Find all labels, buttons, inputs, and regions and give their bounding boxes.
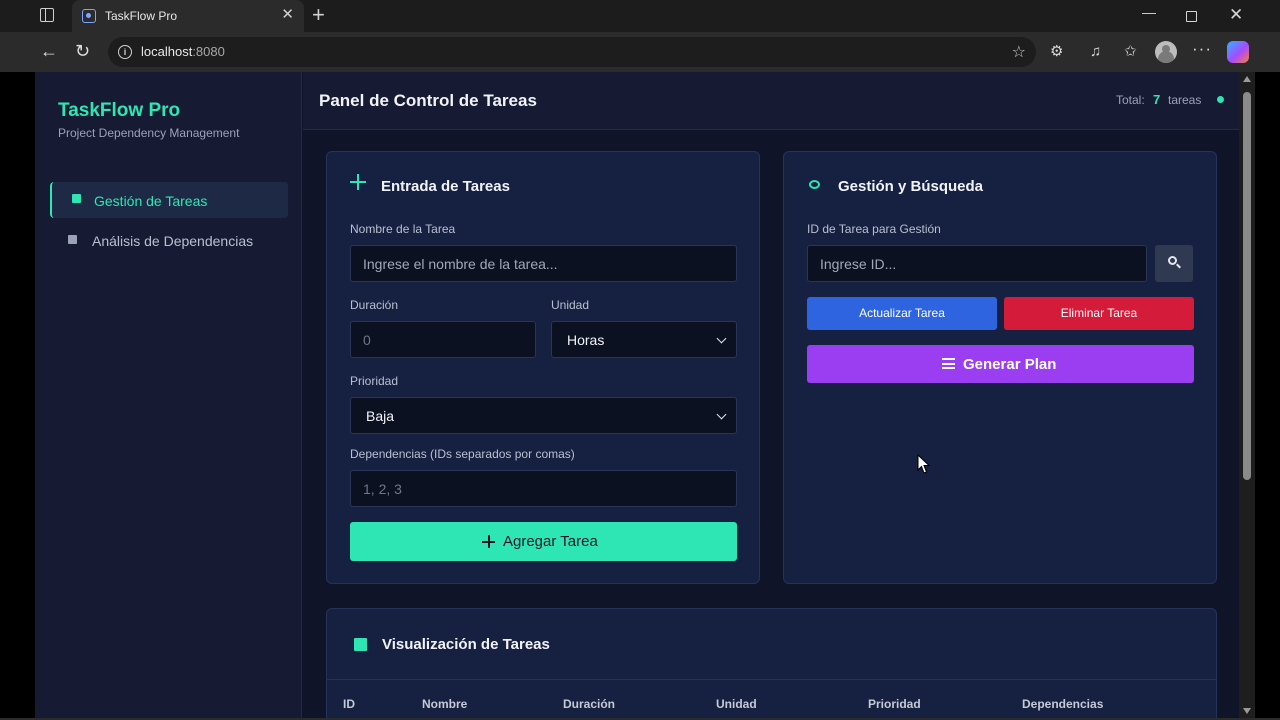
card-title: Entrada de Tareas bbox=[381, 178, 510, 195]
browser-tab-bar: TaskFlow Pro ✕ + — ✕ bbox=[0, 0, 1280, 32]
generate-plan-label: Generar Plan bbox=[963, 356, 1057, 373]
site-info-icon[interactable]: i bbox=[118, 45, 132, 59]
card-title: Visualización de Tareas bbox=[382, 636, 550, 653]
browser-toolbar: ← ↻ i localhost:8080 ☆ ⚙ ♫ ✩ ··· bbox=[0, 32, 1280, 72]
card-title: Gestión y Búsqueda bbox=[838, 178, 984, 195]
url-text: localhost:8080 bbox=[141, 44, 225, 59]
brand-subtitle: Project Dependency Management bbox=[58, 126, 240, 140]
briefcase-icon bbox=[72, 194, 81, 203]
priority-label: Prioridad bbox=[350, 374, 399, 388]
tab-actions-icon[interactable] bbox=[40, 8, 54, 22]
column-header-prioridad[interactable]: Prioridad bbox=[868, 697, 921, 711]
plus-icon bbox=[482, 535, 495, 548]
priority-select[interactable]: Baja bbox=[350, 397, 737, 434]
task-id-label: ID de Tarea para Gestión bbox=[807, 222, 941, 236]
total-unit: tareas bbox=[1168, 93, 1202, 107]
extensions-icon[interactable]: ⚙ bbox=[1050, 43, 1063, 61]
task-name-label: Nombre de la Tarea bbox=[350, 222, 456, 236]
column-header-dependencias[interactable]: Dependencias bbox=[1022, 697, 1103, 711]
priority-select-value: Baja bbox=[366, 408, 395, 424]
browser-tab[interactable]: TaskFlow Pro ✕ bbox=[72, 0, 304, 32]
grid-icon bbox=[354, 638, 367, 651]
chevron-down-icon bbox=[716, 409, 727, 420]
list-icon bbox=[942, 358, 955, 369]
sidebar-item-label: Gestión de Tareas bbox=[94, 193, 208, 209]
favorites-icon[interactable]: ✩ bbox=[1124, 43, 1137, 61]
search-ring-icon bbox=[809, 180, 820, 189]
favicon-icon bbox=[82, 9, 96, 23]
task-name-input[interactable] bbox=[350, 245, 737, 282]
column-header-id[interactable]: ID bbox=[343, 697, 355, 711]
favorite-star-icon[interactable]: ☆ bbox=[1012, 42, 1026, 62]
task-entry-card: Entrada de Tareas Nombre de la Tarea Dur… bbox=[326, 151, 760, 584]
column-header-unidad[interactable]: Unidad bbox=[716, 697, 757, 711]
scroll-down-icon[interactable] bbox=[1243, 708, 1251, 714]
media-icon[interactable]: ♫ bbox=[1090, 43, 1101, 61]
unit-label: Unidad bbox=[551, 298, 590, 312]
restore-icon[interactable] bbox=[1186, 11, 1197, 22]
page-scrollbar[interactable] bbox=[1239, 72, 1255, 718]
task-management-card: Gestión y Búsqueda ID de Tarea para Gest… bbox=[783, 151, 1217, 584]
plus-icon bbox=[350, 174, 366, 190]
window-edge bbox=[1255, 72, 1280, 718]
page-viewport: TaskFlow Pro Project Dependency Manageme… bbox=[35, 72, 1239, 718]
task-id-input[interactable] bbox=[807, 245, 1147, 282]
update-task-button[interactable]: Actualizar Tarea bbox=[807, 297, 997, 330]
duration-input[interactable] bbox=[350, 321, 536, 358]
generate-plan-button[interactable]: Generar Plan bbox=[807, 345, 1194, 383]
unit-select[interactable]: Horas bbox=[551, 321, 737, 358]
dependencies-input[interactable] bbox=[350, 470, 737, 507]
page-title: Panel de Control de Tareas bbox=[319, 91, 537, 110]
page-header: Panel de Control de Tareas Total: 7 tare… bbox=[303, 72, 1239, 130]
close-tab-icon[interactable]: ✕ bbox=[281, 6, 294, 24]
copilot-icon[interactable] bbox=[1227, 41, 1249, 63]
add-task-label: Agregar Tarea bbox=[503, 533, 598, 550]
close-window-icon[interactable]: ✕ bbox=[1229, 5, 1243, 25]
sidebar-item-gestion-tareas[interactable]: Gestión de Tareas bbox=[50, 182, 288, 218]
minimize-icon[interactable]: — bbox=[1142, 4, 1156, 20]
column-header-duracion[interactable]: Duración bbox=[563, 697, 615, 711]
sidebar-item-label: Análisis de Dependencias bbox=[92, 233, 254, 249]
total-label: Total: bbox=[1116, 93, 1145, 107]
column-header-nombre[interactable]: Nombre bbox=[422, 697, 467, 711]
address-bar[interactable]: i localhost:8080 ☆ bbox=[108, 37, 1036, 67]
scrollbar-thumb[interactable] bbox=[1243, 92, 1251, 480]
search-button[interactable] bbox=[1155, 245, 1193, 282]
status-indicator bbox=[1217, 96, 1224, 103]
tab-title: TaskFlow Pro bbox=[105, 9, 178, 23]
new-tab-icon[interactable]: + bbox=[312, 4, 325, 26]
table-header: ID Nombre Duración Unidad Prioridad Depe… bbox=[327, 679, 1216, 718]
profile-avatar[interactable] bbox=[1155, 41, 1177, 63]
reload-icon[interactable]: ↻ bbox=[75, 41, 90, 61]
unit-select-value: Horas bbox=[567, 332, 605, 348]
brand-title: TaskFlow Pro bbox=[58, 100, 181, 121]
more-menu-icon[interactable]: ··· bbox=[1192, 40, 1212, 58]
shield-icon bbox=[68, 235, 77, 244]
sidebar-item-analisis-dependencias[interactable]: Análisis de Dependencias bbox=[50, 222, 288, 258]
delete-task-button[interactable]: Eliminar Tarea bbox=[1004, 297, 1194, 330]
duration-label: Duración bbox=[350, 298, 399, 312]
task-visualization-card: Visualización de Tareas ID Nombre Duraci… bbox=[326, 608, 1217, 718]
add-task-button[interactable]: Agregar Tarea bbox=[350, 522, 737, 561]
chevron-down-icon bbox=[716, 333, 727, 344]
scroll-up-icon[interactable] bbox=[1243, 76, 1251, 82]
total-count: 7 bbox=[1153, 92, 1161, 107]
dependencies-label: Dependencias (IDs separados por comas) bbox=[350, 447, 575, 461]
back-icon[interactable]: ← bbox=[40, 41, 58, 61]
sidebar: TaskFlow Pro Project Dependency Manageme… bbox=[35, 72, 302, 718]
